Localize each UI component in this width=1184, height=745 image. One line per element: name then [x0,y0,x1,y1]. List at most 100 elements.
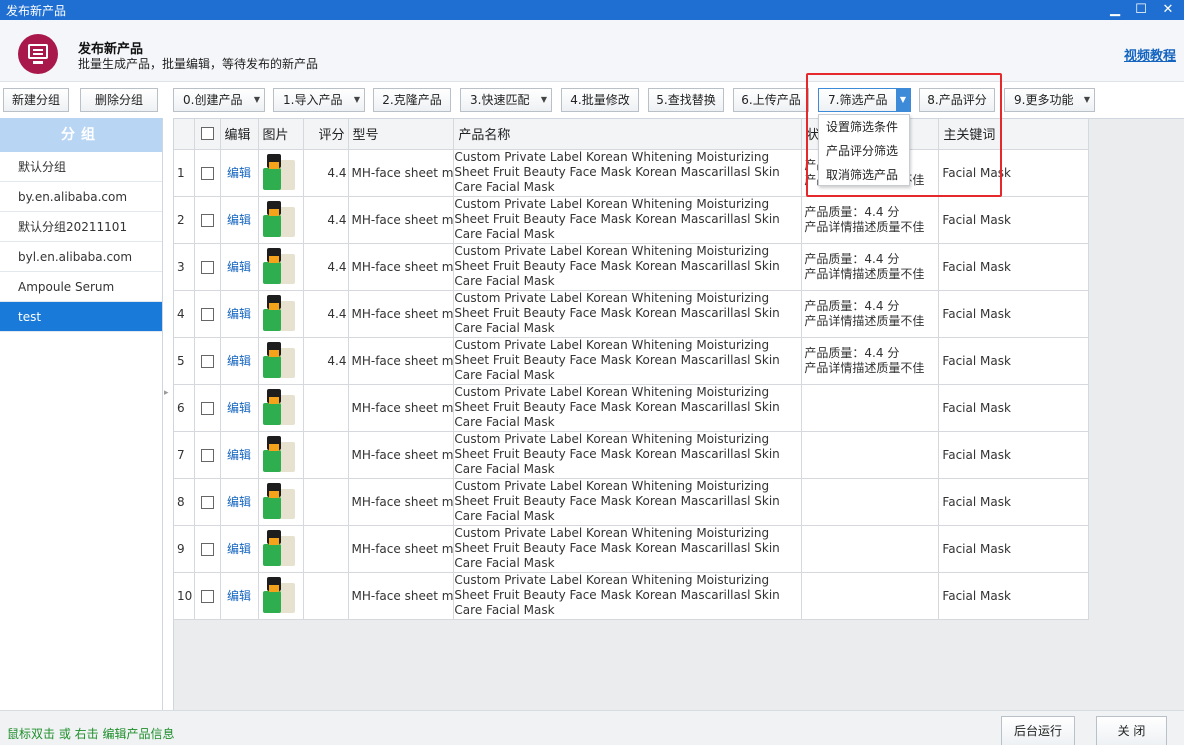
product-image[interactable] [258,431,304,479]
col-header-edit[interactable]: 编辑 [220,119,259,150]
background-run-button[interactable]: 后台运行 [1001,716,1075,745]
row-checkbox[interactable] [200,166,214,180]
col-header-keyword[interactable]: 主关键词 [938,119,1090,150]
close-button[interactable]: 关 闭 [1096,716,1167,745]
row-select-cell[interactable] [194,337,221,385]
menu-item-rating-filter[interactable]: 产品评分筛选 [819,139,909,163]
table-row[interactable]: 2 编辑 4.4 MH-face sheet m Custom Private Labe… [174,196,1090,244]
product-image[interactable] [258,243,304,291]
row-keyword: Facial Mask [938,337,1090,385]
sidebar-group-item[interactable]: by.en.alibaba.com [0,182,162,212]
table-row[interactable]: 6 编辑 MH-face sheet m Custom Private Label K… [174,384,1090,432]
sidebar-group-item[interactable]: 默认分组 [0,152,162,182]
table-row[interactable]: 4 编辑 4.4 MH-face sheet m Custom Private Labe… [174,290,1090,338]
row-model: MH-face sheet m [348,384,455,432]
menu-item-cancel-filter[interactable]: 取消筛选产品 [819,163,909,187]
table-row[interactable]: 8 编辑 MH-face sheet m Custom Private Label K… [174,478,1090,526]
product-image[interactable] [258,149,304,197]
product-image[interactable] [258,337,304,385]
filter-product-dropdown[interactable]: 7.筛选产品 ▼ [818,88,911,112]
table-row[interactable]: 1 编辑 4.4 MH-face sheet m Custom Private Labe… [174,149,1090,197]
col-header-select-all[interactable] [194,119,221,150]
row-edit-link[interactable]: 编辑 [220,149,259,197]
batch-edit-button[interactable]: 4.批量修改 [561,88,639,112]
row-edit-link[interactable]: 编辑 [220,572,259,620]
row-product-name: Custom Private Label Korean Whitening Mo… [453,149,803,197]
table-row[interactable]: 10 编辑 MH-face sheet m Custom Private Label … [174,572,1090,620]
col-header-rating[interactable]: 评分 [303,119,349,150]
row-keyword: Facial Mask [938,149,1090,197]
row-checkbox[interactable] [200,589,214,603]
product-image[interactable] [258,478,304,526]
import-product-dropdown[interactable]: 1.导入产品 ▼ [273,88,365,112]
sidebar-group-item[interactable]: 默认分组20211101 [0,212,162,242]
create-product-dropdown[interactable]: 0.创建产品 ▼ [173,88,265,112]
select-all-checkbox[interactable] [200,127,214,141]
product-image[interactable] [258,525,304,573]
product-image[interactable] [258,196,304,244]
row-select-cell[interactable] [194,478,221,526]
new-group-button[interactable]: 新建分组 [3,88,69,112]
row-edit-link[interactable]: 编辑 [220,290,259,338]
close-window-button[interactable]: ✕ [1157,1,1179,19]
product-image[interactable] [258,384,304,432]
product-rating-button[interactable]: 8.产品评分 [919,88,995,112]
video-tutorial-link[interactable]: 视频教程 [1124,45,1176,64]
row-edit-link[interactable]: 编辑 [220,431,259,479]
row-checkbox[interactable] [200,260,214,274]
row-checkbox[interactable] [200,401,214,415]
minimize-button[interactable]: ▁ [1104,1,1126,19]
col-header-model[interactable]: 型号 [348,119,455,150]
row-checkbox[interactable] [200,307,214,321]
row-edit-link[interactable]: 编辑 [220,337,259,385]
quick-match-dropdown[interactable]: 3.快速匹配 ▼ [460,88,552,112]
row-edit-link[interactable]: 编辑 [220,478,259,526]
table-row[interactable]: 7 编辑 MH-face sheet m Custom Private Label K… [174,431,1090,479]
row-select-cell[interactable] [194,149,221,197]
row-select-cell[interactable] [194,243,221,291]
row-edit-link[interactable]: 编辑 [220,525,259,573]
find-replace-button[interactable]: 5.查找替换 [648,88,724,112]
clone-product-button[interactable]: 2.克隆产品 [373,88,451,112]
row-model: MH-face sheet m [348,196,455,244]
row-model: MH-face sheet m [348,572,455,620]
row-select-cell[interactable] [194,431,221,479]
product-image[interactable] [258,290,304,338]
sidebar-group-item[interactable]: Ampoule Serum [0,272,162,302]
col-header-name[interactable]: 产品名称 [453,119,803,150]
delete-group-button[interactable]: 删除分组 [80,88,158,112]
row-checkbox[interactable] [200,495,214,509]
row-select-cell[interactable] [194,196,221,244]
table-row[interactable]: 9 编辑 MH-face sheet m Custom Private Label K… [174,525,1090,573]
row-select-cell[interactable] [194,525,221,573]
row-status [801,384,940,432]
product-image[interactable] [258,572,304,620]
row-rating: 4.4 [303,243,349,291]
upload-product-button[interactable]: 6.上传产品 [733,88,809,112]
row-select-cell[interactable] [194,384,221,432]
maximize-button[interactable]: ☐ [1130,1,1152,19]
row-edit-link[interactable]: 编辑 [220,243,259,291]
row-select-cell[interactable] [194,572,221,620]
row-model: MH-face sheet m [348,525,455,573]
sidebar-group-item[interactable]: test [0,302,162,332]
row-edit-link[interactable]: 编辑 [220,384,259,432]
row-checkbox[interactable] [200,542,214,556]
row-checkbox[interactable] [200,448,214,462]
row-model: MH-face sheet m [348,478,455,526]
product-thumbnail [262,294,297,333]
row-checkbox[interactable] [200,213,214,227]
menu-item-set-filter[interactable]: 设置筛选条件 [819,115,909,139]
monitor-icon [18,34,58,74]
sidebar-group-item[interactable]: byl.en.alibaba.com [0,242,162,272]
row-rating: 4.4 [303,290,349,338]
table-row[interactable]: 3 编辑 4.4 MH-face sheet m Custom Private Labe… [174,243,1090,291]
row-select-cell[interactable] [194,290,221,338]
more-functions-dropdown[interactable]: 9.更多功能 ▼ [1004,88,1095,112]
splitter-handle[interactable]: ▸ [164,378,172,408]
chevron-down-icon: ▼ [896,89,910,111]
col-header-image[interactable]: 图片 [258,119,304,150]
row-edit-link[interactable]: 编辑 [220,196,259,244]
row-checkbox[interactable] [200,354,214,368]
table-row[interactable]: 5 编辑 4.4 MH-face sheet m Custom Private Labe… [174,337,1090,385]
